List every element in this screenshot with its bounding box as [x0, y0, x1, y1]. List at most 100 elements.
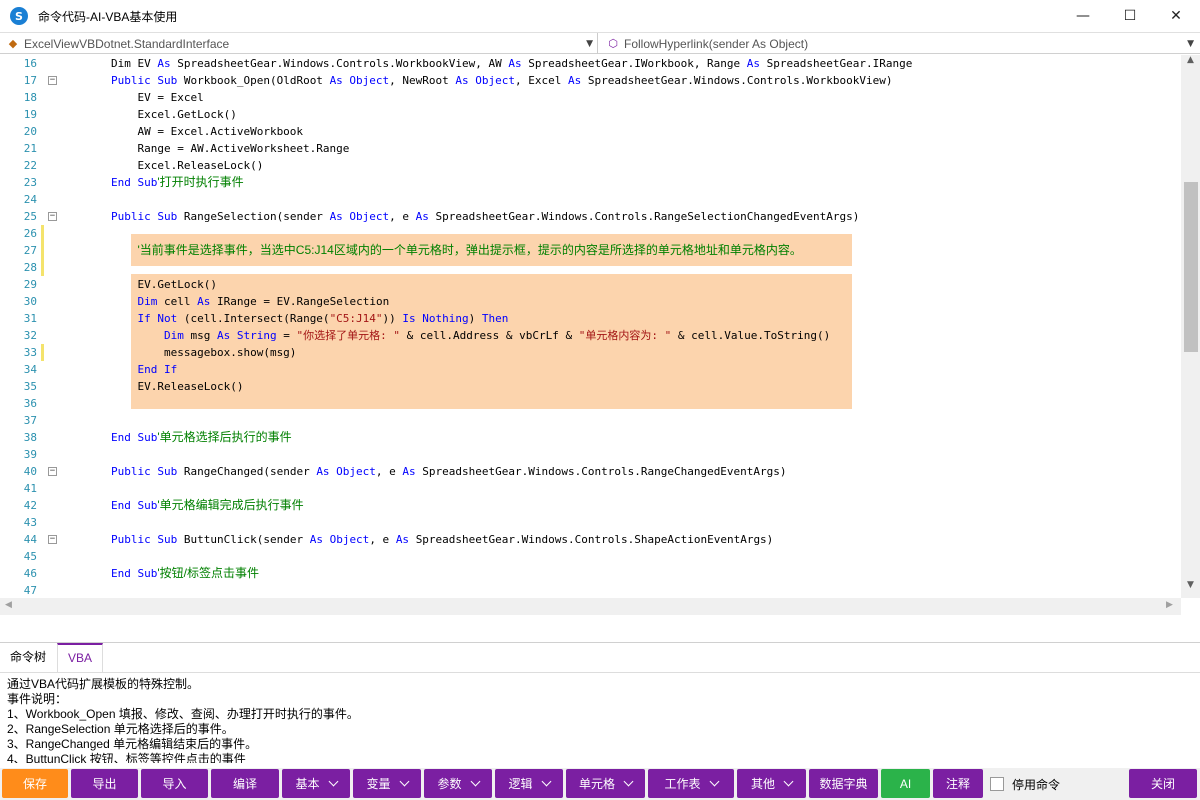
code-line[interactable]: Excel.GetLock() — [111, 106, 236, 123]
ai-button[interactable]: AI — [881, 769, 930, 798]
data-dictionary-button[interactable]: 数据字典 — [809, 769, 878, 798]
tab-vba[interactable]: VBA — [57, 643, 104, 673]
scroll-up-icon[interactable]: ▲ — [1181, 55, 1200, 65]
basic-menu-button[interactable]: 基本 — [282, 769, 350, 798]
compile-button[interactable]: 编译 — [211, 769, 279, 798]
tab-command-tree[interactable]: 命令树 — [0, 643, 56, 673]
chevron-down-icon: ▼ — [1187, 38, 1194, 49]
code-line[interactable]: End Sub'按钮/标签点击事件 — [111, 565, 259, 582]
line-number: 36 — [23, 397, 37, 410]
method-selector-value: FollowHyperlink(sender As Object) — [624, 36, 809, 51]
code-token: EV.ReleaseLock() — [111, 380, 244, 393]
code-token: SpreadsheetGear.IRange — [766, 57, 913, 70]
code-line[interactable]: Dim EV As SpreadsheetGear.Windows.Contro… — [111, 55, 912, 72]
code-line[interactable]: Public Sub RangeChanged(sender As Object… — [111, 463, 787, 480]
class-icon: ◆ — [8, 37, 18, 50]
code-line[interactable]: EV = Excel — [111, 89, 203, 106]
code-token: , Excel — [515, 74, 568, 87]
line-number-gutter: 16 17 − 18 19 20 21 22 23 24 25 − 26 27 28 29 30 31 32 33 34… — [0, 55, 57, 598]
code-line[interactable]: Excel.ReleaseLock() — [111, 157, 263, 174]
line-number: 35 — [23, 380, 37, 393]
horizontal-scrollbar[interactable]: ◀ ▶ — [0, 598, 1181, 615]
keyword-token: As String — [216, 329, 277, 342]
scroll-left-icon[interactable]: ◀ — [5, 600, 12, 610]
code-line[interactable]: Public Sub RangeSelection(sender As Obje… — [111, 208, 859, 225]
other-menu-button[interactable]: 其他 — [737, 769, 806, 798]
keyword-token: As — [746, 57, 767, 70]
keyword-token: As — [395, 533, 416, 546]
comment-button[interactable]: 注释 — [933, 769, 983, 798]
line-number: 21 — [23, 142, 37, 155]
line-number: 37 — [23, 414, 37, 427]
code-token: Excel.ReleaseLock() — [111, 159, 264, 172]
line-number: 40 — [23, 465, 37, 478]
logic-menu-button[interactable]: 逻辑 — [495, 769, 563, 798]
minimize-button[interactable]: — — [1060, 0, 1106, 32]
code-token: SpreadsheetGear.IWorkbook, Range — [528, 57, 747, 70]
code-line[interactable]: messagebox.show(msg) — [111, 344, 296, 361]
code-line[interactable]: '当前事件是选择事件，当选中C5:J14区域内的一个单元格时，弹出提示框，提示的… — [111, 242, 802, 259]
scroll-right-icon[interactable]: ▶ — [1166, 600, 1173, 610]
code-token: RangeChanged(sender — [183, 465, 317, 478]
close-window-button[interactable]: ✕ — [1153, 0, 1199, 32]
code-token: , NewRoot — [389, 74, 456, 87]
vertical-scrollbar[interactable]: ▲ ▼ — [1181, 55, 1200, 598]
keyword-token: If Not — [137, 312, 184, 325]
code-line[interactable]: EV.ReleaseLock() — [111, 378, 243, 395]
line-number: 24 — [23, 193, 37, 206]
code-token: EV.GetLock() — [111, 278, 217, 291]
worksheet-menu-button[interactable]: 工作表 — [648, 769, 734, 798]
description-line: 2、RangeSelection 单元格选择后的事件。 — [7, 722, 234, 736]
disable-command-checkbox[interactable] — [990, 777, 1004, 791]
code-editor[interactable]: 16 17 − 18 19 20 21 22 23 24 25 − 26 27 28 29 30 31 32 33 34… — [0, 55, 1200, 598]
change-marker — [41, 344, 44, 361]
variable-menu-button[interactable]: 变量 — [353, 769, 421, 798]
code-line[interactable]: Dim msg As String = "你选择了单元格: " & cell.A… — [111, 327, 830, 344]
line-number: 43 — [23, 516, 37, 529]
collapse-icon[interactable]: − — [48, 467, 57, 476]
code-line[interactable]: If Not (cell.Intersect(Range("C5:J14")) … — [111, 310, 509, 327]
line-number: 39 — [23, 448, 37, 461]
keyword-token: As Object — [329, 210, 390, 223]
code-token: (cell.Intersect(Range( — [183, 312, 330, 325]
code-token: & cell.Value.ToString() — [671, 329, 831, 342]
code-line[interactable]: AW = Excel.ActiveWorkbook — [111, 123, 303, 140]
keyword-token: As — [508, 57, 529, 70]
method-selector[interactable]: ⬡ FollowHyperlink(sender As Object) ▼ — [600, 33, 1200, 54]
class-selector[interactable]: ◆ ExcelViewVBDotnet.StandardInterface ▼ — [0, 33, 598, 54]
scroll-down-icon[interactable]: ▼ — [1181, 580, 1200, 590]
line-number: 41 — [23, 482, 37, 495]
scrollbar-thumb[interactable] — [1184, 182, 1198, 352]
code-line[interactable]: Public Sub ButtunClick(sender As Object,… — [111, 531, 773, 548]
code-line[interactable]: Dim cell As IRange = EV.RangeSelection — [111, 293, 390, 310]
param-menu-button[interactable]: 参数 — [424, 769, 492, 798]
code-line[interactable]: End If — [111, 361, 178, 378]
keyword-token: Public Sub — [111, 210, 184, 223]
maximize-button[interactable]: ☐ — [1107, 0, 1153, 32]
line-number: 46 — [23, 567, 37, 580]
collapse-icon[interactable]: − — [48, 76, 57, 85]
close-button[interactable]: 关闭 — [1129, 769, 1197, 798]
code-line[interactable]: EV.GetLock() — [111, 276, 217, 293]
save-button[interactable]: 保存 — [2, 769, 68, 798]
code-line[interactable]: Public Sub Workbook_Open(OldRoot As Obje… — [111, 72, 893, 89]
collapse-icon[interactable]: − — [48, 535, 57, 544]
code-line[interactable]: End Sub'单元格选择后执行的事件 — [111, 429, 292, 446]
code-line[interactable]: Range = AW.ActiveWorksheet.Range — [111, 140, 349, 157]
line-number: 32 — [23, 329, 37, 342]
import-button[interactable]: 导入 — [141, 769, 208, 798]
title-bar: S 命令代码-AI-VBA基本使用 — ☐ ✕ — [0, 0, 1200, 32]
chevron-down-icon: ▼ — [586, 38, 593, 49]
cell-menu-button[interactable]: 单元格 — [566, 769, 645, 798]
code-line[interactable]: End Sub'单元格编辑完成后执行事件 — [111, 497, 304, 514]
code-line[interactable]: End Sub'打开时执行事件 — [111, 174, 244, 191]
code-token: Dim EV — [111, 57, 158, 70]
export-button[interactable]: 导出 — [71, 769, 138, 798]
keyword-token: End If — [137, 363, 178, 376]
disable-command-toggle[interactable]: 停用命令 — [990, 768, 1060, 800]
keyword-token: As — [568, 74, 588, 87]
collapse-icon[interactable]: − — [48, 212, 57, 221]
code-token: , e — [369, 533, 396, 546]
chevron-down-icon — [623, 776, 634, 787]
